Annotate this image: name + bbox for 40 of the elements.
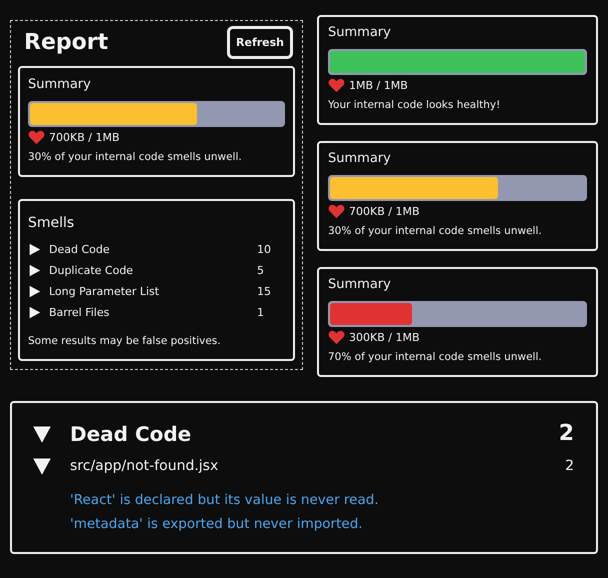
caret-down-icon[interactable] (32, 424, 52, 444)
card-title: Summary (328, 277, 392, 292)
size-label: 300KB / 1MB (349, 331, 420, 344)
summary-message: 30% of your internal code smells unwell. (28, 151, 243, 163)
heart-icon (328, 330, 345, 345)
note-text: Some results may be false positives. (28, 335, 222, 347)
summary-message: Your internal code looks healthy! (328, 99, 502, 111)
card-title: Smells (28, 215, 76, 231)
caret-right-icon[interactable] (28, 285, 41, 298)
issue-message: 'React' is declared but its value is never read. (70, 492, 380, 508)
heart-icon (328, 78, 345, 93)
size-label: 700KB / 1MB (349, 205, 420, 218)
smell-item[interactable]: Barrel Files (49, 306, 249, 319)
smell-count: 15 (257, 285, 272, 298)
issue-message: 'metadata' is exported but never imported. (70, 516, 364, 532)
smell-count: 1 (257, 306, 265, 319)
section-count: 2 (558, 421, 574, 446)
refresh-button[interactable]: Refresh (227, 26, 293, 59)
card-title: Summary (328, 25, 392, 40)
smell-count: 10 (257, 243, 272, 256)
caret-down-icon[interactable] (32, 456, 52, 476)
caret-right-icon[interactable] (28, 306, 41, 319)
summary-message: 70% of your internal code smells unwell. (328, 351, 543, 363)
summary-message: 30% of your internal code smells unwell. (328, 225, 543, 237)
size-label: 1MB / 1MB (349, 79, 408, 92)
smell-item[interactable]: Duplicate Code (49, 264, 249, 277)
size-label: 700KB / 1MB (49, 131, 120, 144)
report-title: Report (23, 30, 108, 55)
file-count: 2 (565, 458, 574, 474)
smell-count: 5 (257, 264, 265, 277)
caret-right-icon[interactable] (28, 243, 41, 256)
heart-icon (28, 130, 45, 145)
caret-right-icon[interactable] (28, 264, 41, 277)
card-title: Summary (328, 151, 392, 166)
smell-item[interactable]: Long Parameter List (49, 285, 249, 298)
file-path[interactable]: src/app/not-found.jsx (70, 458, 548, 474)
section-title: Dead Code (70, 422, 192, 446)
smell-item[interactable]: Dead Code (49, 243, 249, 256)
heart-icon (328, 204, 345, 219)
card-title: Summary (28, 77, 92, 92)
